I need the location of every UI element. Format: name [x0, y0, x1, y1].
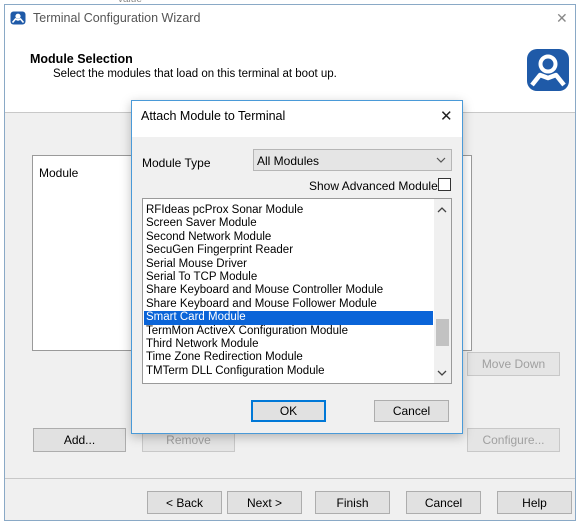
module-list-item[interactable]: Serial Mouse Driver — [144, 258, 433, 271]
chevron-down-icon[interactable] — [437, 367, 447, 381]
next-button[interactable]: Next > — [227, 491, 302, 514]
module-list-item[interactable]: Second Network Module — [144, 231, 433, 244]
module-items: RFIdeas pcProx Sonar Module Screen Saver … — [144, 204, 433, 378]
module-list-item[interactable]: Time Zone Redirection Module — [144, 351, 433, 364]
module-list-item[interactable]: Smart Card Module — [144, 311, 433, 325]
chevron-up-icon[interactable] — [437, 204, 447, 218]
wizard-list-header: Module — [39, 166, 79, 180]
listbox-scrollbar[interactable] — [434, 199, 451, 383]
module-list-item[interactable]: Share Keyboard and Mouse Controller Modu… — [144, 284, 433, 297]
scrollbar-thumb[interactable] — [436, 319, 449, 346]
dialog-title: Attach Module to Terminal — [141, 109, 286, 123]
module-list-item[interactable]: TermMon ActiveX Configuration Module — [144, 325, 433, 338]
help-button[interactable]: Help — [497, 491, 572, 514]
ok-button[interactable]: OK — [251, 400, 326, 422]
module-type-label: Module Type — [142, 156, 211, 170]
finish-button[interactable]: Finish — [315, 491, 390, 514]
show-advanced-label: Show Advanced Modules — [309, 179, 444, 193]
dialog-cancel-button[interactable]: Cancel — [374, 400, 449, 422]
dialog-close-icon[interactable]: ✕ — [440, 107, 453, 125]
wizard-header-subtitle: Select the modules that load on this ter… — [53, 68, 337, 80]
wizard-close-icon[interactable]: ✕ — [556, 10, 568, 27]
module-listbox[interactable]: RFIdeas pcProx Sonar Module Screen Saver … — [142, 198, 452, 384]
module-list-item[interactable]: Screen Saver Module — [144, 217, 433, 230]
back-button[interactable]: < Back — [147, 491, 222, 514]
wizard-header-title: Module Selection — [30, 52, 133, 66]
configure-button[interactable]: Configure... — [467, 428, 560, 452]
add-button[interactable]: Add... — [33, 428, 126, 452]
module-type-value: All Modules — [257, 154, 320, 168]
module-list-item[interactable]: Share Keyboard and Mouse Follower Module — [144, 298, 433, 311]
module-list-item[interactable]: RFIdeas pcProx Sonar Module — [144, 204, 433, 217]
module-list-item[interactable]: Third Network Module — [144, 338, 433, 351]
move-down-button[interactable]: Move Down — [467, 352, 560, 376]
module-type-select[interactable]: All Modules — [253, 149, 452, 171]
module-list-item[interactable]: Serial To TCP Module — [144, 271, 433, 284]
wizard-title: Terminal Configuration Wizard — [33, 11, 201, 25]
wizard-footer-separator — [5, 478, 575, 479]
wizard-app-icon — [10, 11, 26, 25]
thinmanager-logo-icon — [526, 48, 570, 92]
module-list-item[interactable]: SecuGen Fingerprint Reader — [144, 244, 433, 257]
wizard-cancel-button[interactable]: Cancel — [406, 491, 481, 514]
module-list-item[interactable]: TMTerm DLL Configuration Module — [144, 365, 433, 378]
show-advanced-checkbox[interactable] — [438, 178, 451, 191]
chevron-down-icon — [436, 154, 446, 168]
